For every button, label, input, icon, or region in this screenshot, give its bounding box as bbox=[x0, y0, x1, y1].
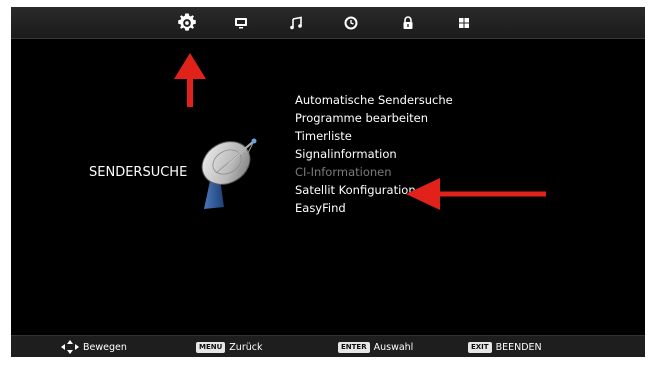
hint-move-label: Bewegen bbox=[83, 341, 127, 353]
enter-key-badge: ENTER bbox=[338, 341, 370, 353]
menu-item-signal-info[interactable]: Signalinformation bbox=[295, 145, 453, 163]
tab-settings[interactable] bbox=[169, 7, 205, 39]
exit-key-badge: EXIT bbox=[468, 341, 492, 353]
lock-icon bbox=[403, 16, 413, 29]
tab-setup[interactable] bbox=[446, 7, 482, 39]
clock-icon bbox=[344, 16, 358, 30]
hint-exit-label: BEENDEN bbox=[495, 341, 542, 353]
tab-time[interactable] bbox=[333, 7, 369, 39]
menu-item-edit-programs[interactable]: Programme bearbeiten bbox=[295, 109, 453, 127]
hint-back-label: Zurück bbox=[229, 341, 263, 353]
tv-screen: SENDERSUCHE Automatische Sendersuche Pro… bbox=[11, 7, 645, 357]
music-note-icon bbox=[290, 16, 302, 30]
annotation-left-arrow bbox=[406, 178, 546, 210]
satellite-dish-icon bbox=[201, 138, 257, 209]
menu-item-timer-list[interactable]: Timerliste bbox=[295, 127, 453, 145]
top-menu-bar bbox=[11, 7, 645, 39]
monitor-icon bbox=[235, 18, 247, 29]
hint-back: MENU Zurück bbox=[196, 336, 262, 357]
dpad-arrows-icon bbox=[61, 340, 79, 354]
footer-hint-bar: Bewegen MENU Zurück ENTER Auswahl EXIT B… bbox=[11, 335, 645, 357]
grid-icon bbox=[459, 18, 469, 28]
tab-sound[interactable] bbox=[278, 7, 314, 39]
hint-move: Bewegen bbox=[61, 336, 127, 357]
menu-key-badge: MENU bbox=[196, 341, 226, 353]
annotation-up-arrow bbox=[174, 53, 206, 107]
tab-lock[interactable] bbox=[390, 7, 426, 39]
gear-icon bbox=[178, 13, 196, 31]
tab-picture[interactable] bbox=[223, 7, 259, 39]
menu-item-auto-search[interactable]: Automatische Sendersuche bbox=[295, 91, 453, 109]
section-title: SENDERSUCHE bbox=[89, 165, 188, 180]
hint-select: ENTER Auswahl bbox=[338, 336, 413, 357]
hint-exit: EXIT BEENDEN bbox=[468, 336, 542, 357]
hint-select-label: Auswahl bbox=[373, 341, 414, 353]
